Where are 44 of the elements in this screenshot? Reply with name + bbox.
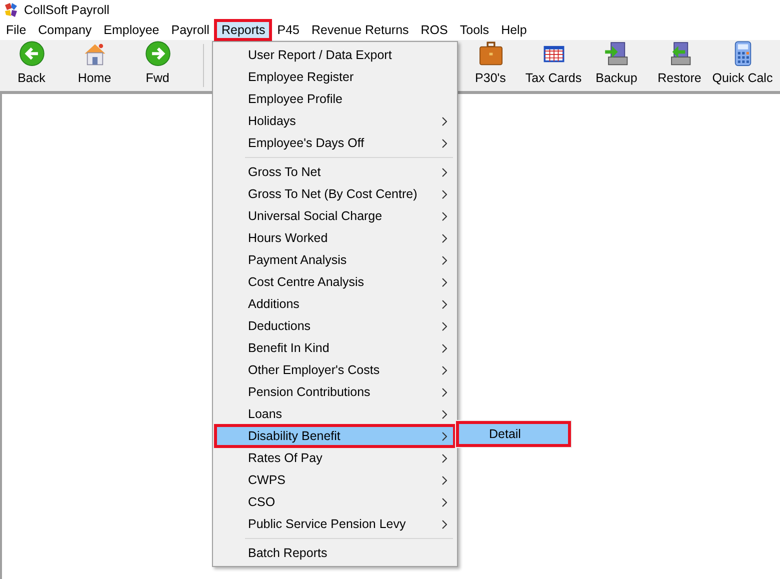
toolbar-button[interactable]: P30's xyxy=(459,40,522,91)
window-title: CollSoft Payroll xyxy=(24,2,110,19)
menu-item[interactable]: Rates Of Pay xyxy=(215,447,455,469)
menu-item[interactable]: Company xyxy=(32,20,98,40)
app-logo-icon xyxy=(3,2,19,18)
menu-item[interactable]: Deductions xyxy=(215,315,455,337)
menu-item[interactable]: CWPS xyxy=(215,469,455,491)
menu-item[interactable]: Universal Social Charge xyxy=(215,205,455,227)
menu-item[interactable]: Public Service Pension Levy xyxy=(215,513,455,535)
menu-item[interactable]: Gross To Net xyxy=(215,161,455,183)
menu-item[interactable]: Tools xyxy=(454,20,496,40)
menu-item[interactable]: User Report / Data Export xyxy=(215,44,455,66)
menu-item[interactable]: File xyxy=(0,20,32,40)
toolbar-button[interactable]: Backup xyxy=(585,40,648,91)
menu-item[interactable]: Employee's Days Off xyxy=(215,132,455,154)
menu-item[interactable]: Payroll xyxy=(165,20,216,40)
menu-item[interactable]: Benefit In Kind xyxy=(215,337,455,359)
toolbar-button[interactable]: Restore xyxy=(648,40,711,91)
toolbar-button[interactable]: Tax Cards xyxy=(522,40,585,91)
menu-item[interactable]: Employee xyxy=(98,20,166,40)
toolbar-button[interactable]: Home xyxy=(63,40,126,91)
menu-item[interactable]: Revenue Returns xyxy=(306,20,415,40)
menu-item[interactable]: Payment Analysis xyxy=(215,249,455,271)
menu-item[interactable]: Other Employer's Costs xyxy=(215,359,455,381)
toolbar-button[interactable]: Quick Calc xyxy=(711,40,774,91)
toolbar-button[interactable]: Fwd xyxy=(126,40,189,91)
menu-item[interactable]: Employee Profile xyxy=(215,88,455,110)
menu-item[interactable]: ROS xyxy=(414,20,454,40)
menu-item[interactable]: CSO xyxy=(215,491,455,513)
menu-item[interactable]: Hours Worked xyxy=(215,227,455,249)
menu-item[interactable]: P45 xyxy=(271,20,306,40)
menu-item[interactable]: Help xyxy=(495,20,533,40)
menu-item[interactable]: Cost Centre Analysis xyxy=(215,271,455,293)
menu-item[interactable]: Employee Register xyxy=(215,66,455,88)
menu-item[interactable]: Gross To Net (By Cost Centre) xyxy=(215,183,455,205)
menu-item[interactable]: Disability Benefit xyxy=(215,425,455,447)
menu-item[interactable]: Detail xyxy=(457,422,570,446)
menu-item[interactable]: Holidays xyxy=(215,110,455,132)
menu-item[interactable]: Batch Reports xyxy=(215,542,455,564)
menu-item[interactable]: Loans xyxy=(215,403,455,425)
menu-item[interactable]: Reports xyxy=(215,20,272,40)
menu-item[interactable]: Additions xyxy=(215,293,455,315)
menu-item[interactable]: Pension Contributions xyxy=(215,381,455,403)
toolbar-button[interactable]: Back xyxy=(0,40,63,91)
